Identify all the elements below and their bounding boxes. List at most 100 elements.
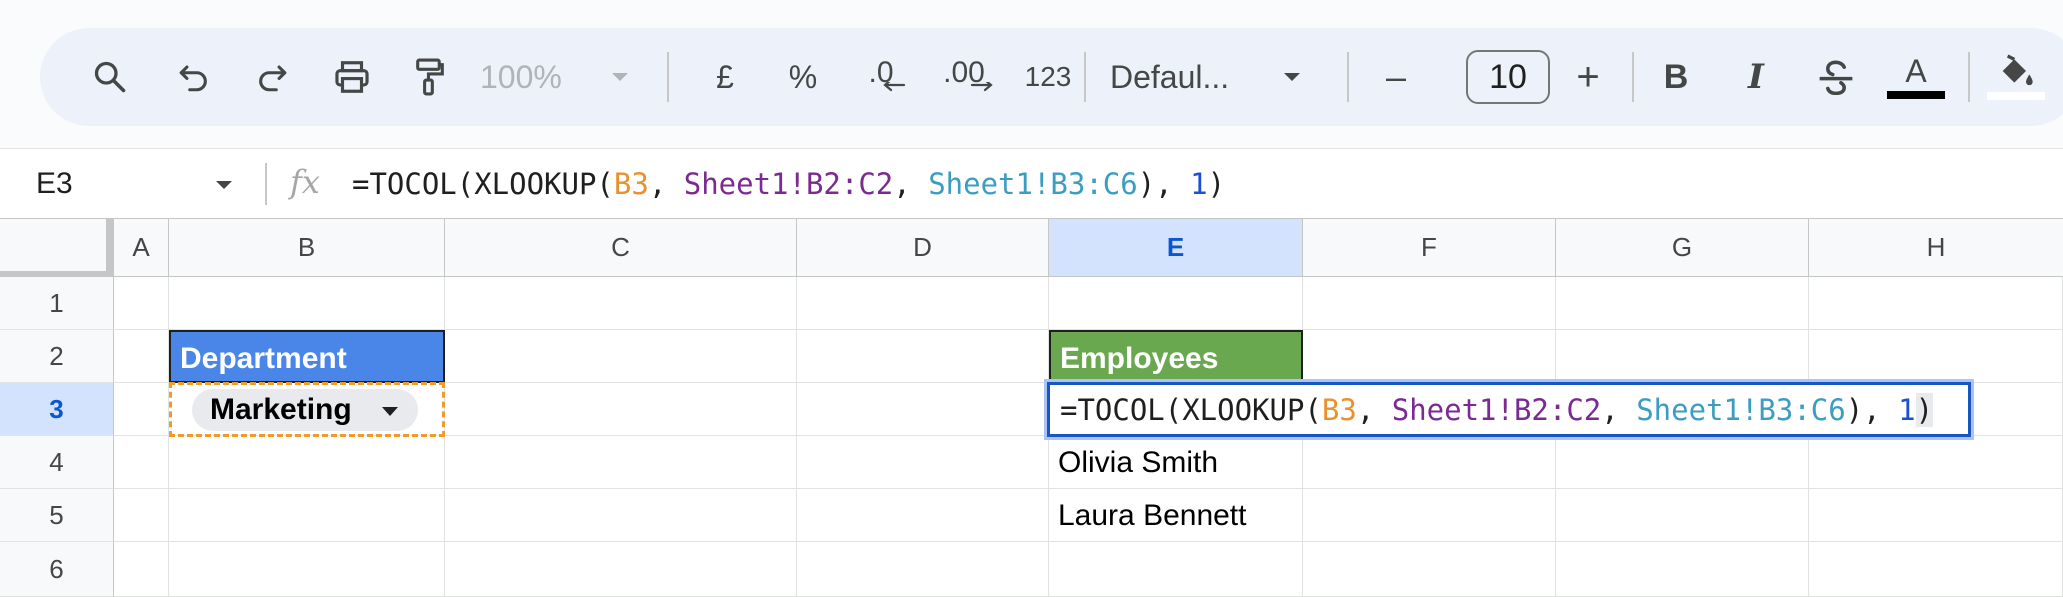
grid-cell[interactable] [169, 277, 445, 330]
grid-cell[interactable] [797, 330, 1049, 383]
name-box-dropdown-icon[interactable] [214, 178, 234, 196]
row-header-5[interactable]: 5 [0, 489, 114, 542]
row-header-6[interactable]: 6 [0, 542, 114, 597]
grid-cell[interactable] [114, 489, 169, 542]
fill-color-icon[interactable] [1980, 28, 2052, 126]
undo-icon[interactable] [158, 28, 230, 126]
grid-cell[interactable] [1303, 277, 1556, 330]
grid-cell[interactable] [445, 436, 797, 489]
grid-cell[interactable] [169, 436, 445, 489]
toolbar-divider [1632, 52, 1634, 102]
zoom-dropdown-icon[interactable] [600, 28, 640, 126]
number-format-button[interactable]: 123 [1008, 28, 1088, 126]
grid-cell[interactable] [1303, 542, 1556, 597]
increase-font-size-button[interactable]: + [1556, 28, 1620, 126]
print-icon[interactable] [316, 28, 388, 126]
percent-button[interactable]: % [773, 28, 833, 126]
grid-cell[interactable] [1303, 436, 1556, 489]
column-header-c[interactable]: C [445, 219, 797, 277]
font-dropdown-icon[interactable] [1272, 28, 1312, 126]
grid-cell[interactable] [114, 436, 169, 489]
redo-icon[interactable] [236, 28, 308, 126]
grid-cell[interactable] [1303, 330, 1556, 383]
grid-cell[interactable] [797, 489, 1049, 542]
formula-number: 1 [1190, 167, 1208, 201]
formula-ref-result-range: Sheet1!B3:C6 [1636, 392, 1846, 427]
grid-cell[interactable] [114, 542, 169, 597]
grid-cell[interactable] [445, 277, 797, 330]
grid-cell[interactable] [797, 542, 1049, 597]
search-icon[interactable] [70, 28, 150, 126]
frozen-column-handle[interactable] [106, 219, 114, 277]
grid-cell[interactable] [1809, 277, 2063, 330]
grid-cell[interactable] [1303, 489, 1556, 542]
cell-e4[interactable]: Olivia Smith [1049, 436, 1303, 489]
grid-cell[interactable] [169, 542, 445, 597]
currency-button[interactable]: £ [695, 28, 755, 126]
grid-cell[interactable] [114, 330, 169, 383]
formula-part: , [1356, 392, 1392, 427]
font-name: Defaul... [1110, 58, 1230, 95]
grid-cell[interactable] [797, 383, 1049, 436]
zoom-select[interactable]: 100% [480, 28, 580, 126]
grid-cell[interactable] [1809, 542, 2063, 597]
row-header-3[interactable]: 3 [0, 383, 114, 436]
grid-cell[interactable] [1556, 436, 1809, 489]
increase-decimal-button[interactable]: .00 [924, 28, 1004, 126]
department-dropdown-chip[interactable]: Marketing [192, 389, 418, 431]
grid-cell[interactable] [1809, 330, 2063, 383]
grid-cell[interactable] [114, 383, 169, 436]
column-header-a[interactable]: A [114, 219, 169, 277]
grid-cell[interactable] [1556, 489, 1809, 542]
grid-cell[interactable] [1556, 542, 1809, 597]
grid-cell[interactable] [445, 383, 797, 436]
toolbar-area: 100% £ % .0 .00 123 Defaul... – 10 + B I… [0, 0, 2063, 148]
grid-cell[interactable] [445, 489, 797, 542]
font-size-input[interactable]: 10 [1466, 50, 1550, 104]
row-header-4[interactable]: 4 [0, 436, 114, 489]
toolbar-divider [1347, 52, 1349, 102]
decrease-font-size-button[interactable]: – [1366, 28, 1426, 126]
row-header-1[interactable]: 1 [0, 277, 114, 330]
column-header-g[interactable]: G [1556, 219, 1809, 277]
grid-cell[interactable] [445, 542, 797, 597]
select-all-corner[interactable] [0, 219, 114, 277]
font-select[interactable]: Defaul... [1110, 28, 1250, 126]
strikethrough-icon[interactable] [1800, 28, 1872, 126]
formula-ref-lookup-range: Sheet1!B2:C2 [683, 167, 894, 201]
department-dropdown-value: Marketing [210, 393, 352, 426]
grid-cell[interactable] [114, 277, 169, 330]
cell-e2[interactable]: Employees [1049, 330, 1303, 383]
row-header-2[interactable]: 2 [0, 330, 114, 383]
grid-cell[interactable] [797, 277, 1049, 330]
cell-e3-editor[interactable]: =TOCOL(XLOOKUP(B3, Sheet1!B2:C2, Sheet1!… [1047, 382, 1971, 437]
formula-input[interactable]: =TOCOL(XLOOKUP(B3, Sheet1!B2:C2, Sheet1!… [352, 149, 1225, 219]
grid-cell[interactable] [1556, 330, 1809, 383]
column-header-d[interactable]: D [797, 219, 1049, 277]
column-header-b[interactable]: B [169, 219, 445, 277]
column-header-h[interactable]: H [1809, 219, 2063, 277]
grid-cell[interactable] [1809, 489, 2063, 542]
bold-button[interactable]: B [1640, 28, 1712, 126]
formula-part: , [648, 167, 684, 201]
percent-label: % [788, 58, 818, 95]
cell-b2[interactable]: Department [169, 330, 445, 383]
employee-name: Olivia Smith [1058, 446, 1219, 479]
paint-format-icon[interactable] [394, 28, 466, 126]
grid-cell[interactable] [1809, 436, 2063, 489]
grid-cell[interactable] [797, 436, 1049, 489]
formula-number: 1 [1898, 392, 1916, 427]
grid-cell[interactable] [1049, 542, 1303, 597]
column-header-f[interactable]: F [1303, 219, 1556, 277]
grid-cell[interactable] [1556, 277, 1809, 330]
employee-name: Laura Bennett [1058, 499, 1247, 532]
italic-button[interactable]: I [1720, 28, 1792, 126]
grid-cell[interactable] [445, 330, 797, 383]
column-header-e[interactable]: E [1049, 219, 1303, 277]
text-color-icon[interactable]: A [1880, 28, 1952, 126]
grid-cell[interactable] [169, 489, 445, 542]
decrease-decimal-button[interactable]: .0 [846, 28, 916, 126]
grid-cell[interactable] [1049, 277, 1303, 330]
formula-ref-lookup-value: B3 [613, 167, 649, 201]
cell-e5[interactable]: Laura Bennett [1049, 489, 1303, 542]
